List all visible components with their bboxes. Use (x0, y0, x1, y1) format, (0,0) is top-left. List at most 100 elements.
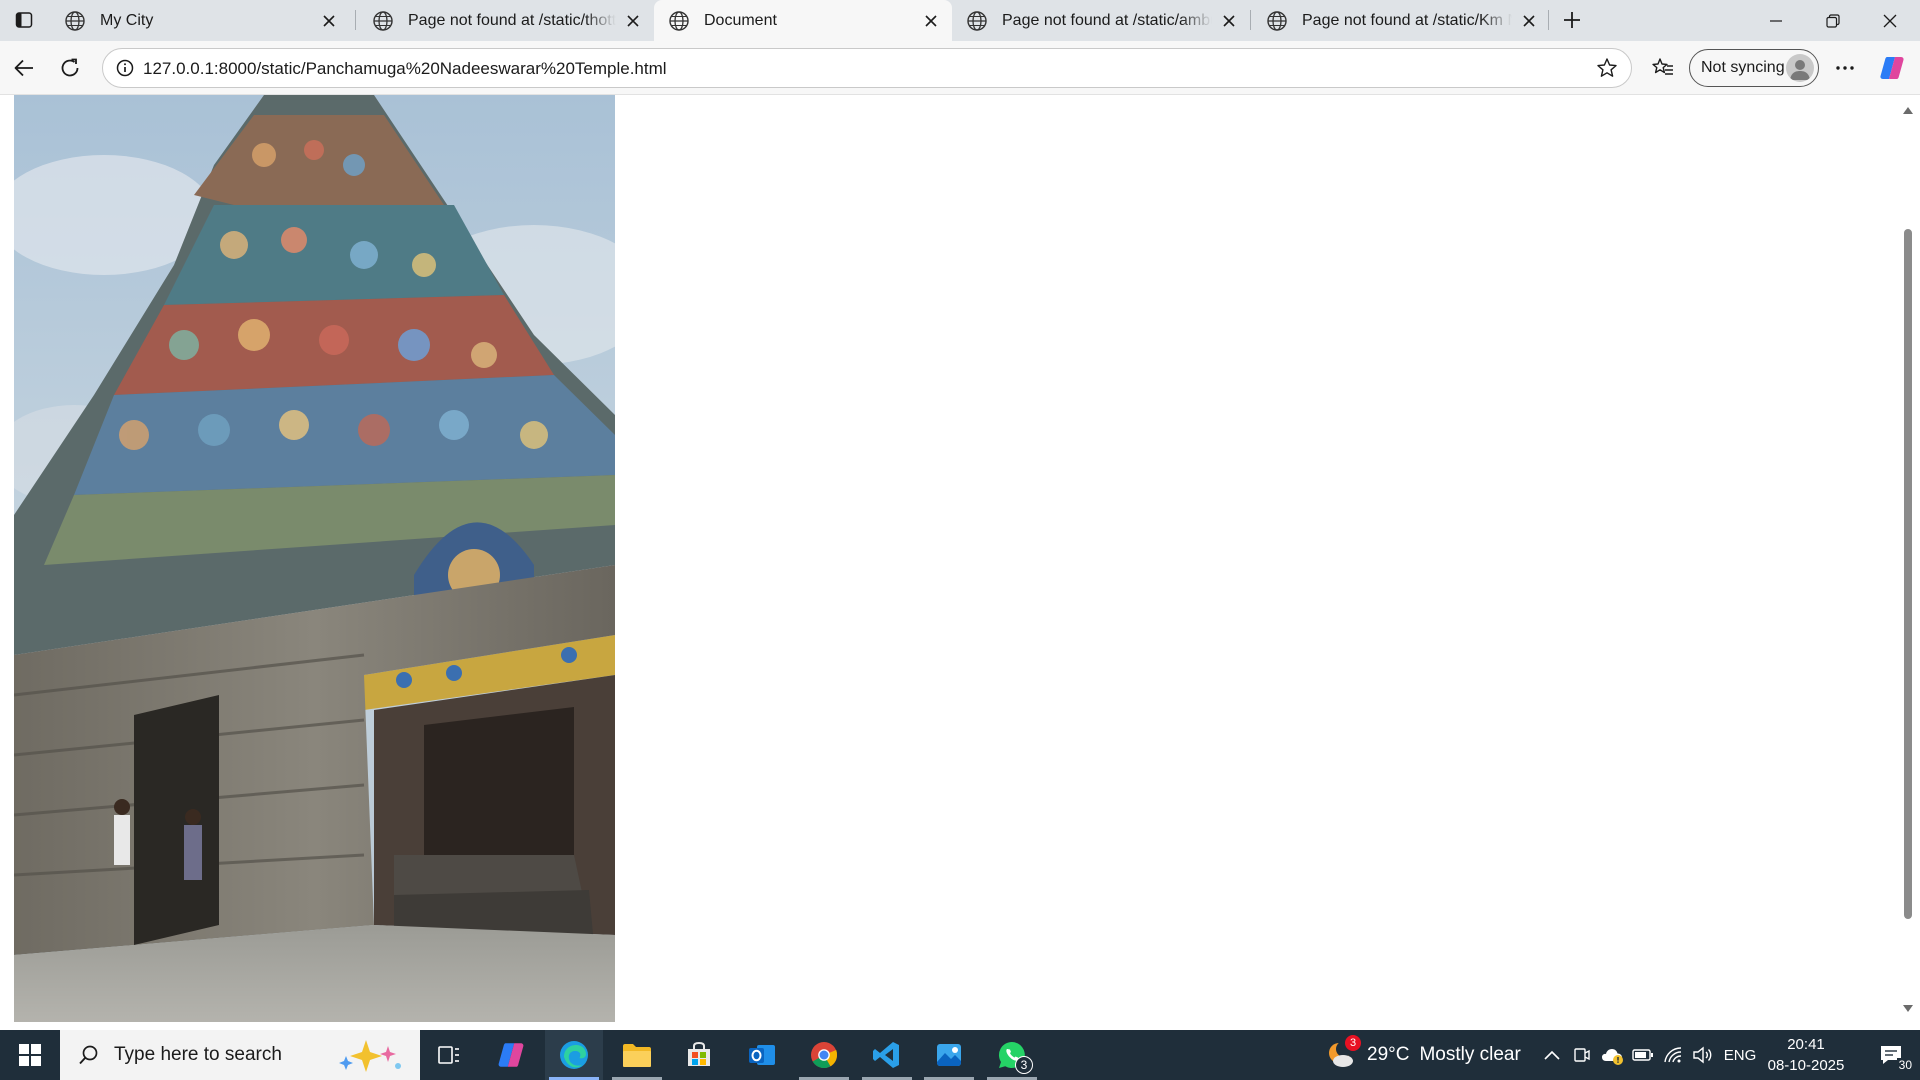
vscode-button[interactable] (858, 1030, 916, 1080)
profile-sync-label: Not syncing (1701, 59, 1785, 76)
file-explorer-button[interactable] (608, 1030, 666, 1080)
vscode-icon (873, 1042, 899, 1068)
network-tray-icon[interactable] (1660, 1030, 1686, 1080)
search-icon (79, 1045, 98, 1065)
volume-tray-icon[interactable] (1689, 1030, 1717, 1080)
info-icon (116, 59, 134, 77)
site-info-button[interactable] (109, 52, 141, 84)
address-bar[interactable]: 127.0.0.1:8000/static/Panchamuga%20Nadee… (102, 48, 1632, 88)
windows-taskbar: Type here to search 3 3 29°C Mostly clea… (0, 1030, 1920, 1080)
photos-button[interactable] (920, 1030, 978, 1080)
back-button[interactable] (7, 51, 41, 85)
tab-page-not-found-km-nu[interactable]: Page not found at /static/Km Nu l (1252, 2, 1550, 40)
profile-sync-button[interactable]: Not syncing (1689, 49, 1819, 87)
speaker-icon (1693, 1046, 1712, 1064)
show-hidden-icons-button[interactable] (1538, 1030, 1566, 1080)
weather-moon-cloud-icon: 3 (1325, 1035, 1361, 1071)
close-tab-button[interactable] (622, 10, 644, 32)
weather-widget[interactable]: 3 29°C Mostly clear (1325, 1030, 1521, 1080)
chrome-button[interactable] (795, 1030, 853, 1080)
store-icon (688, 1041, 710, 1066)
close-tab-button[interactable] (1218, 10, 1240, 32)
favorites-icon (1652, 58, 1673, 75)
tab-document[interactable]: Document (654, 0, 952, 41)
close-window-button[interactable] (1862, 0, 1918, 41)
tab-page-not-found-thottrai[interactable]: Page not found at /static/thottrai (358, 2, 654, 40)
tab-divider (1250, 10, 1251, 30)
person-icon (1790, 60, 1810, 80)
tab-title: Page not found at /static/thottrai (408, 12, 616, 29)
restore-button[interactable] (1805, 0, 1861, 41)
close-icon (1883, 14, 1897, 27)
tab-actions-icon (15, 12, 33, 28)
weather-temperature: 29°C (1367, 1044, 1410, 1065)
clock-date: 08-10-2025 (1767, 1057, 1845, 1074)
tab-actions-menu-button[interactable] (8, 6, 40, 34)
windows-logo-icon (19, 1044, 41, 1066)
temple-photo (14, 95, 615, 1022)
tab-strip: My City Page not found at /static/thottr… (0, 0, 1920, 41)
search-placeholder: Type here to search (114, 1044, 282, 1065)
new-tab-button[interactable] (1556, 6, 1588, 34)
onedrive-tray-icon[interactable] (1598, 1030, 1626, 1080)
sparkle-icon (339, 1040, 401, 1072)
cloud-warning-icon (1602, 1049, 1623, 1065)
whatsapp-button[interactable]: 3 (983, 1030, 1041, 1080)
copilot-button[interactable] (1875, 51, 1909, 85)
refresh-button[interactable] (53, 51, 87, 85)
taskbar-search-box[interactable]: Type here to search (60, 1030, 420, 1080)
battery-tray-icon[interactable] (1630, 1030, 1656, 1080)
favorites-button[interactable] (1646, 51, 1680, 85)
close-icon (323, 15, 335, 27)
url-text[interactable]: 127.0.0.1:8000/static/Panchamuga%20Nadee… (143, 59, 667, 79)
tab-title: My City (100, 12, 154, 29)
edge-icon (560, 1041, 588, 1069)
start-button[interactable] (0, 1030, 60, 1080)
settings-and-more-button[interactable] (1828, 51, 1862, 85)
avatar (1786, 54, 1814, 82)
taskbar-clock[interactable]: 20:41 08-10-2025 (1765, 1034, 1847, 1076)
globe-icon (1267, 11, 1287, 31)
task-view-button[interactable] (420, 1030, 478, 1080)
tab-title: Page not found at /static/ambur (1002, 12, 1212, 29)
tab-my-city[interactable]: My City (50, 2, 350, 40)
minimize-button[interactable] (1748, 0, 1804, 41)
close-tab-button[interactable] (318, 10, 340, 32)
scroll-down-button[interactable] (1901, 1002, 1915, 1016)
copilot-taskbar-button[interactable] (482, 1030, 540, 1080)
close-icon (1223, 15, 1235, 27)
chevron-up-icon (1544, 1050, 1560, 1060)
input-language-indicator[interactable]: ENG (1720, 1030, 1760, 1080)
meet-now-tray-icon[interactable] (1570, 1030, 1594, 1080)
copilot-icon (498, 1043, 524, 1067)
edge-taskbar-button[interactable] (545, 1030, 603, 1080)
battery-icon (1632, 1049, 1653, 1061)
tab-divider (355, 10, 356, 30)
microsoft-store-button[interactable] (670, 1030, 728, 1080)
wifi-icon (1664, 1047, 1682, 1063)
caret-down-icon (1903, 1005, 1913, 1012)
outlook-icon (749, 1045, 775, 1065)
globe-icon (373, 11, 393, 31)
close-tab-button[interactable] (920, 10, 942, 32)
tab-page-not-found-ambur[interactable]: Page not found at /static/ambur (952, 2, 1250, 40)
browser-toolbar: 127.0.0.1:8000/static/Panchamuga%20Nadee… (0, 41, 1920, 95)
notification-count: 30 (1896, 1058, 1914, 1072)
plus-icon (1564, 12, 1580, 28)
language-label: ENG (1723, 1046, 1757, 1064)
notification-center-button[interactable]: 30 (1864, 1030, 1920, 1080)
tab-divider (1548, 10, 1549, 30)
arrow-left-icon (14, 59, 33, 77)
globe-icon (65, 11, 85, 31)
close-tab-button[interactable] (1518, 10, 1540, 32)
outlook-button[interactable] (733, 1030, 791, 1080)
tab-title: Document (704, 11, 777, 29)
close-icon (1523, 15, 1535, 27)
favorite-button[interactable] (1591, 52, 1623, 84)
scroll-up-button[interactable] (1901, 103, 1915, 117)
copilot-icon (1880, 57, 1904, 79)
vertical-scrollbar[interactable] (1896, 95, 1920, 1030)
weather-condition: Mostly clear (1419, 1044, 1521, 1065)
scrollbar-thumb[interactable] (1904, 229, 1912, 919)
folder-icon (623, 1044, 651, 1067)
